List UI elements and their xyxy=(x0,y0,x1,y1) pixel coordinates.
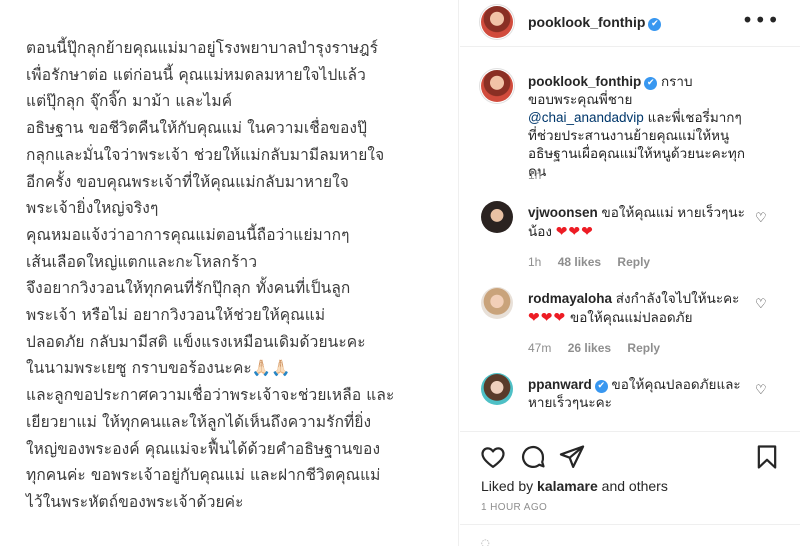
heart-icon[interactable] xyxy=(479,443,507,471)
avatar[interactable] xyxy=(481,70,513,102)
avatar[interactable] xyxy=(481,287,513,319)
like-comment-heart-icon[interactable]: ♡ xyxy=(755,298,767,311)
verified-badge-icon: ✔ xyxy=(644,77,658,90)
share-icon[interactable] xyxy=(558,443,586,471)
comment-username[interactable]: vjwoonsen xyxy=(528,205,598,220)
caption-body: pooklook_fonthip ✔ กราบขอบพระคุณพี่ชาย @c… xyxy=(528,73,750,181)
caption-mention[interactable]: @chai_anandadvip xyxy=(528,110,644,125)
post-text-line: และลูกขอประกาศความเชื่อว่าพระเจ้าจะช่วยเ… xyxy=(26,386,395,405)
add-comment-bar[interactable]: ◌ xyxy=(460,524,800,546)
post-text-line: ปลอดภัย กลับมามีสติ แข็งแรงเหมือนเดิมด้ว… xyxy=(26,332,366,351)
reply-button[interactable]: Reply xyxy=(627,341,660,355)
post-text-line: แต่ปุ๊กลุก จุ๊กจิ๊ก มาม้า และไมค์ xyxy=(26,92,233,111)
comments-list[interactable]: pooklook_fonthip ✔ กราบขอบพระคุณพี่ชาย @c… xyxy=(460,48,800,431)
comment-meta: 1h 48 likes Reply xyxy=(528,255,663,269)
comment-time[interactable]: 47m xyxy=(528,341,551,355)
bookmark-icon[interactable] xyxy=(753,443,781,471)
more-options-icon[interactable]: ••• xyxy=(742,8,780,32)
caption-time[interactable]: 1h xyxy=(528,168,541,182)
post-text-line: ตอนนี้ปุ๊กลุกย้ายคุณแม่มาอยู่โรงพยาบาลบำ… xyxy=(26,39,379,57)
post-text-line: ทุกคนค่ะ ขอพระเจ้าอยู่กับคุณแม่ และฝากชี… xyxy=(26,466,381,485)
avatar[interactable] xyxy=(481,373,513,405)
post-header: pooklook_fonthip ✔ ••• xyxy=(460,0,800,47)
comment-meta: 47m 26 likes Reply xyxy=(528,341,673,355)
emoji-icon[interactable]: ◌ xyxy=(481,538,493,546)
post-text: ตอนนี้ปุ๊กลุกย้ายคุณแม่มาอยู่โรงพยาบาลบำ… xyxy=(26,35,446,516)
like-comment-heart-icon[interactable]: ♡ xyxy=(755,212,767,225)
comment-text-2: ขอให้คุณแม่ปลอดภัย xyxy=(569,310,693,325)
post-image: ตอนนี้ปุ๊กลุกย้ายคุณแม่มาอยู่โรงพยาบาลบำ… xyxy=(0,0,459,546)
avatar[interactable] xyxy=(481,201,513,233)
post-text-line: พระเจ้า หรือไม่ อยากวิงวอนให้ช่วยให้คุณแ… xyxy=(26,306,326,325)
action-bar xyxy=(460,431,800,481)
heart-emoji: ❤❤❤ xyxy=(555,223,594,239)
comment-text: ส่งกำลังใจไปให้นะคะ xyxy=(615,291,740,306)
liked-by-user[interactable]: kalamare xyxy=(537,478,598,494)
post-text-line: เส้นเลือดใหญ่แตกและกะโหลกร้าว xyxy=(26,252,258,271)
heart-emoji: ❤❤❤ xyxy=(528,309,567,325)
header-username-text[interactable]: pooklook_fonthip xyxy=(528,14,645,30)
post-text-line: กลุกและมั่นใจว่าพระเจ้า ช่วยให้แม่กลับมา… xyxy=(26,145,385,164)
caption-meta: 1h xyxy=(528,168,554,182)
comment-body: ppanward ✔ ขอให้คุณปลอดภัยและหายเร็วๆนะคะ xyxy=(528,376,750,412)
comment-likes[interactable]: 48 likes xyxy=(558,255,601,269)
verified-badge-icon: ✔ xyxy=(594,380,608,393)
comment-icon[interactable] xyxy=(519,443,547,471)
caption-username[interactable]: pooklook_fonthip xyxy=(528,74,641,89)
liked-by: Liked by kalamare and others xyxy=(481,478,668,494)
post-text-line: คุณหมอแจ้งว่าอาการคุณแม่ตอนนี้ถือว่าแย่ม… xyxy=(26,225,350,244)
post-text-line: ไว้ในพระหัตถ์ของพระเจ้าด้วยค่ะ xyxy=(26,492,244,511)
post-time-ago[interactable]: 1 HOUR AGO xyxy=(481,502,547,513)
comment-body: vjwoonsen ขอให้คุณแม่ หายเร็วๆนะน้อง ❤❤❤ xyxy=(528,204,750,241)
post-text-line: จึงอยากวิงวอนให้ทุกคนที่รักปุ๊กลุก ทั้งค… xyxy=(26,279,351,298)
comment-body: rodmayaloha ส่งกำลังใจไปให้นะคะ ❤❤❤ ขอให… xyxy=(528,290,750,327)
verified-badge-icon: ✔ xyxy=(648,18,662,31)
header-username[interactable]: pooklook_fonthip ✔ xyxy=(528,14,662,31)
comment-username[interactable]: rodmayaloha xyxy=(528,291,612,306)
post-text-line: เยียวยาแม่ ให้ทุกคนและให้ลูกได้เห็นถึงคว… xyxy=(26,412,372,431)
comment-likes[interactable]: 26 likes xyxy=(568,341,611,355)
post-text-line: ใหญ่ของพระองค์ คุณแม่จะฟื้นได้ด้วยคำอธิษ… xyxy=(26,439,381,458)
post-panel: pooklook_fonthip ✔ ••• pooklook_fonthip ✔ … xyxy=(460,0,800,546)
liked-by-suffix[interactable]: and others xyxy=(602,478,668,494)
reply-button[interactable]: Reply xyxy=(617,255,650,269)
comment-time[interactable]: 1h xyxy=(528,255,541,269)
post-text-line: เพื่อรักษาต่อ แต่ก่อนนี้ คุณแม่หมดลมหายใ… xyxy=(26,65,366,84)
post-text-line: อธิษฐาน ขอชีวิตคืนให้กับคุณแม่ ในความเชื… xyxy=(26,119,368,138)
post-text-line: ในนามพระเยซู กราบขอร้องนะคะ🙏🏻🙏🏻 xyxy=(26,359,291,378)
like-comment-heart-icon[interactable]: ♡ xyxy=(755,384,767,397)
post-text-line: อีกครั้ง ขอบคุณพระเจ้าที่ให้คุณแม่กลับมา… xyxy=(26,172,349,191)
post-text-line: พระเจ้ายิ่งใหญ่จริงๆ xyxy=(26,199,159,218)
comment-username[interactable]: ppanward xyxy=(528,377,592,392)
liked-by-prefix: Liked by xyxy=(481,478,534,494)
avatar[interactable] xyxy=(481,6,513,38)
